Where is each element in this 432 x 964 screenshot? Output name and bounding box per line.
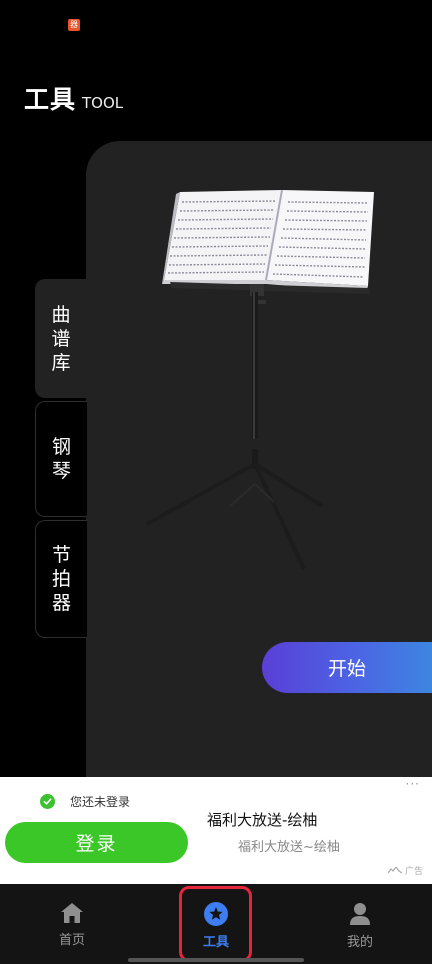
nav-home-label: 首页 [58,933,85,948]
nav-me[interactable]: 我的 [310,884,410,964]
page-title: 工具 TOOL [24,80,123,116]
tab-label: 钢 琴 [51,436,71,482]
nav-me-label: 我的 [346,935,373,950]
tab-metronome[interactable]: 节 拍 器 [35,520,87,638]
start-button[interactable]: 开始 [262,642,432,693]
check-icon [40,794,55,809]
music-stand-image [146,189,374,570]
nav-home[interactable]: 首页 [22,884,122,964]
page-title-zh: 工具 [24,85,77,114]
ad-banner[interactable]: ··· 您还未登录 登录 福利大放送-绘柚 福利大放送~绘柚 广告 [0,777,432,884]
ad-title[interactable]: 福利大放送-绘柚 [207,809,317,830]
login-status: 您还未登录 [40,793,130,810]
app-badge-icon: 器 [68,19,80,31]
ad-label: 广告 [404,867,423,877]
ad-mark: 广告 [387,864,423,877]
login-status-text: 您还未登录 [70,795,131,809]
home-icon [61,903,83,923]
tab-sheet-music-library[interactable]: 曲 谱 库 [35,279,87,398]
page-title-en: TOOL [82,94,124,112]
ad-menu-icon[interactable]: ··· [406,777,420,791]
tab-piano[interactable]: 钢 琴 [35,401,87,517]
user-icon [350,903,370,925]
highlight-box [179,886,252,962]
tab-label: 节 拍 器 [51,544,71,614]
login-button[interactable]: 登录 [5,822,188,863]
ad-logo-icon [387,867,402,874]
tab-label: 曲 谱 库 [51,303,71,374]
home-indicator [128,958,304,962]
ad-subtitle: 福利大放送~绘柚 [238,840,340,855]
